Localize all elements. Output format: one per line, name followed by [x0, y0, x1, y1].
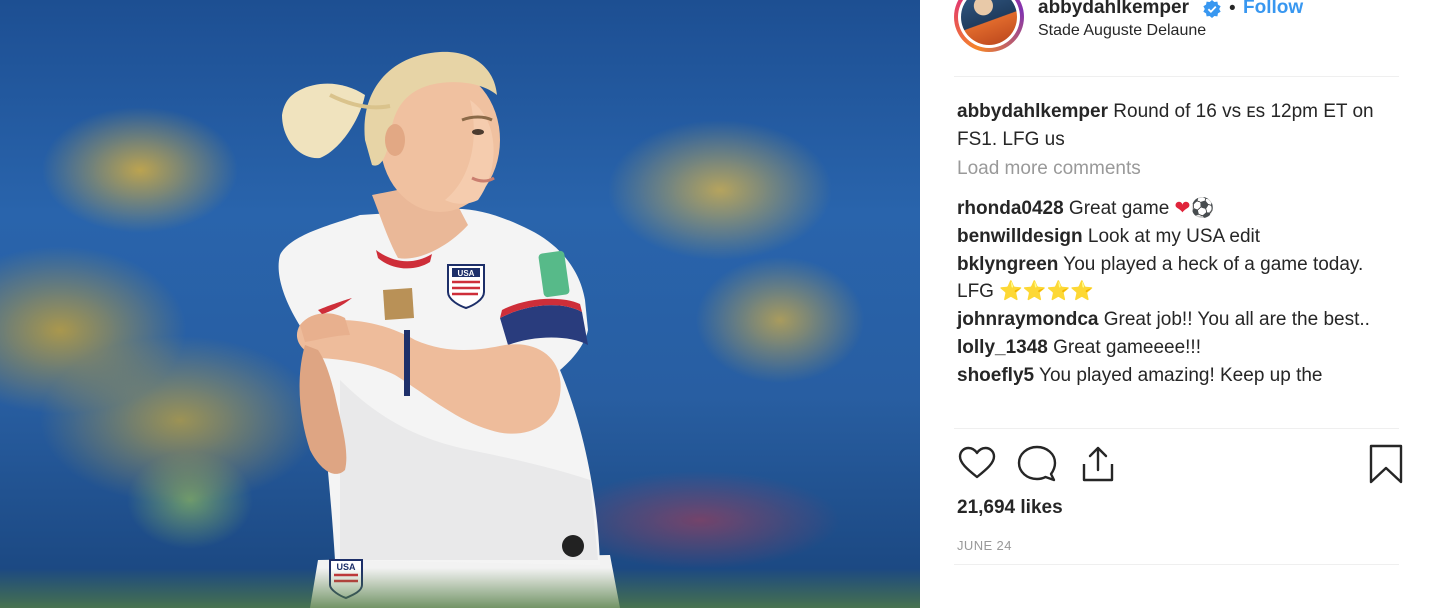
star-emoji-icon: ⭐ [1070, 280, 1094, 303]
post-location[interactable]: Stade Auguste Delaune [1038, 22, 1206, 40]
comment-text: Look at my USA edit [1082, 225, 1261, 247]
comment-item: bklyngreen You played a heck of a game t… [957, 251, 1397, 307]
comment-item: rhonda0428 Great game ❤⚽ [957, 195, 1397, 223]
separator-dot: • [1229, 0, 1236, 19]
comment-item: shoefly5 You played amazing! Keep up the [957, 362, 1397, 390]
post-photo[interactable]: USA USA [0, 0, 920, 608]
post-author-username[interactable]: abbydahlkemper [1038, 0, 1189, 19]
bookmark-icon[interactable] [1366, 444, 1406, 484]
comment-item: johnraymondca Great job!! You all are th… [957, 306, 1397, 334]
likes-count[interactable]: 21,694 likes [957, 497, 1063, 519]
avatar-image [961, 0, 1017, 45]
verified-badge-icon [1203, 0, 1221, 18]
comments-divider [954, 428, 1399, 429]
jersey-crest-text: USA [458, 269, 475, 278]
comment-username[interactable]: shoefly5 [957, 365, 1034, 386]
soccer-ball-emoji-icon: ⚽ [1190, 197, 1215, 219]
comment-icon[interactable] [1017, 444, 1057, 484]
comment-text: You played amazing! Keep up the [1034, 364, 1323, 386]
caption-username[interactable]: abbydahlkemper [957, 101, 1108, 122]
post-date[interactable]: JUNE 24 [957, 538, 1012, 553]
load-more-comments-button[interactable]: Load more comments [957, 155, 1397, 183]
comment-username[interactable]: johnraymondca [957, 309, 1098, 330]
comment-username[interactable]: bklyngreen [957, 254, 1058, 275]
comment-text: Great game [1063, 198, 1175, 219]
follow-button[interactable]: Follow [1243, 0, 1303, 19]
footer-divider [954, 564, 1399, 565]
comments-section: abbydahlkemper Round of 16 vs ᴇs 12pm ET… [957, 98, 1397, 390]
comment-item: benwilldesign Look at my USA edit [957, 223, 1397, 251]
comment-item: lolly_1348 Great gameeee!!! [957, 334, 1397, 362]
pitch-grass [0, 568, 920, 608]
comment-text: Great gameeee!!! [1047, 336, 1201, 358]
share-icon[interactable] [1078, 444, 1118, 484]
heart-emoji-icon: ❤ [1174, 197, 1191, 219]
star-emoji-icon: ⭐ [999, 280, 1023, 303]
action-bar [957, 444, 1403, 484]
comment-text: Great job!! You all are the best.. [1098, 309, 1370, 331]
post-caption: abbydahlkemper Round of 16 vs ᴇs 12pm ET… [957, 98, 1397, 154]
comment-username[interactable]: benwilldesign [957, 226, 1083, 247]
post-sidebar: abbydahlkemper • Follow Stade Auguste De… [920, 0, 1442, 608]
avatar[interactable] [954, 0, 1024, 52]
star-emoji-icon: ⭐ [1022, 280, 1047, 303]
post-header: abbydahlkemper • Follow Stade Auguste De… [920, 0, 1442, 76]
header-divider [954, 76, 1399, 77]
heart-icon[interactable] [957, 444, 997, 484]
player-illustration: USA USA [278, 51, 620, 608]
star-emoji-icon: ⭐ [1046, 280, 1071, 303]
comment-username[interactable]: rhonda0428 [957, 198, 1064, 219]
comment-username[interactable]: lolly_1348 [957, 337, 1048, 358]
comment-list: rhonda0428 Great game ❤⚽ benwilldesign L… [957, 195, 1397, 390]
